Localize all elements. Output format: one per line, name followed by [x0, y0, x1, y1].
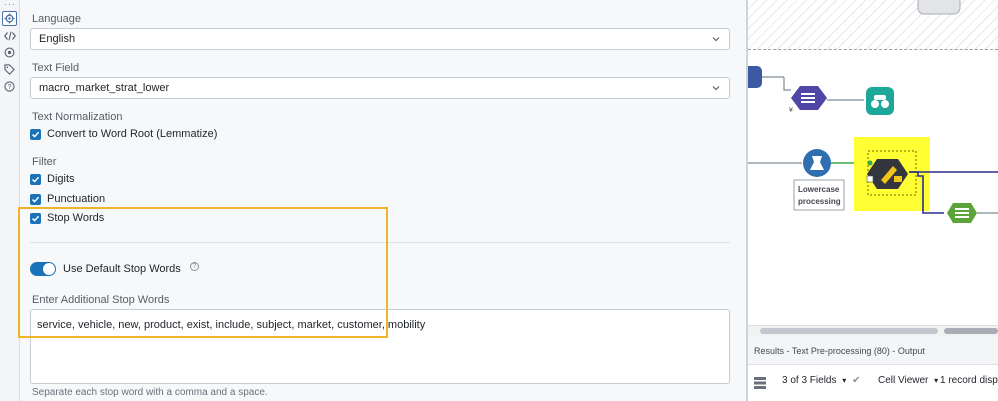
- text-field-select[interactable]: macro_market_strat_lower: [30, 77, 730, 99]
- gray-tool-node: [917, 0, 961, 15]
- scroll-thumb[interactable]: [760, 328, 938, 334]
- caret-down-icon: ▾: [934, 376, 939, 385]
- results-title: Results - Text Pre-processing (80) - Out…: [754, 346, 925, 356]
- language-value: English: [39, 33, 76, 45]
- default-stop-words-toggle[interactable]: Use Default Stop Words ?: [30, 261, 199, 276]
- checkbox-checked-icon: [30, 212, 41, 224]
- canvas-graphics: ¥ Lowercase processing: [748, 0, 998, 223]
- lemmatize-checkbox[interactable]: Convert to Word Root (Lemmatize): [30, 128, 217, 140]
- canvas-horizontal-scrollbar[interactable]: [748, 325, 998, 336]
- list-view-icon[interactable]: [754, 376, 766, 390]
- code-icon[interactable]: [2, 28, 17, 43]
- configuration-panel: Language English Text Field macro_market…: [20, 0, 746, 401]
- stop-words-checkbox[interactable]: Stop Words: [30, 212, 104, 224]
- scroll-thumb-secondary[interactable]: [944, 328, 998, 334]
- results-toolbar: 3 of 3 Fields ▾ ✔ Cell Viewer ▾ 1 record…: [748, 365, 998, 401]
- default-stop-words-label: Use Default Stop Words: [63, 263, 181, 275]
- svg-text:¥: ¥: [789, 107, 793, 114]
- help-circle-icon[interactable]: ?: [189, 261, 199, 271]
- node-label-line1: Lowercase: [798, 185, 840, 194]
- stop-words-label: Stop Words: [47, 212, 105, 224]
- workflow-canvas[interactable]: ¥ Lowercase processing: [748, 0, 998, 325]
- additional-stop-words-input[interactable]: service, vehicle, new, product, exist, i…: [30, 309, 730, 384]
- lemmatize-label: Convert to Word Root (Lemmatize): [47, 128, 218, 140]
- target-icon[interactable]: [2, 45, 17, 60]
- punctuation-checkbox[interactable]: Punctuation: [30, 193, 105, 205]
- toggle-switch[interactable]: [30, 262, 56, 276]
- more-dots-icon[interactable]: ···: [4, 0, 16, 9]
- record-count: 1 record displa: [940, 375, 998, 386]
- additional-stop-words-label: Enter Additional Stop Words: [32, 294, 170, 306]
- fields-count: 3 of 3 Fields: [782, 375, 837, 386]
- tag-icon[interactable]: [2, 62, 17, 77]
- fields-selector[interactable]: 3 of 3 Fields ▾ ✔: [782, 375, 860, 386]
- caret-down-icon: ▾: [842, 376, 847, 385]
- text-field-value: macro_market_strat_lower: [39, 82, 170, 94]
- chevron-down-icon: [712, 86, 720, 91]
- stop-words-hint: Separate each stop word with a comma and…: [32, 387, 268, 398]
- checkbox-checked-icon: [30, 128, 41, 140]
- digits-checkbox[interactable]: Digits: [30, 173, 75, 185]
- text-field-label: Text Field: [32, 62, 80, 74]
- browse-tool-node: [866, 87, 894, 115]
- language-label: Language: [32, 13, 81, 25]
- section-divider: [30, 242, 730, 243]
- text-normalization-label: Text Normalization: [32, 111, 123, 123]
- cell-viewer-selector[interactable]: Cell Viewer ▾: [878, 375, 938, 386]
- node-label-line2: processing: [798, 197, 841, 206]
- filter-label: Filter: [32, 156, 57, 168]
- digits-label: Digits: [47, 173, 75, 185]
- tool-rail: ··· ?: [0, 0, 20, 401]
- language-select[interactable]: English: [30, 28, 730, 50]
- blue-tool-node: [748, 66, 762, 88]
- svg-text:?: ?: [8, 84, 12, 91]
- punctuation-label: Punctuation: [47, 193, 106, 205]
- results-pane: Results - Text Pre-processing (80) - Out…: [748, 336, 998, 401]
- gear-icon[interactable]: [2, 11, 17, 26]
- chevron-down-icon: [712, 37, 720, 42]
- checkbox-checked-icon: [30, 173, 41, 185]
- checkbox-checked-icon: [30, 193, 41, 205]
- help-icon[interactable]: ?: [2, 79, 17, 94]
- check-icon[interactable]: ✔: [852, 375, 860, 386]
- cell-viewer-label: Cell Viewer: [878, 375, 929, 386]
